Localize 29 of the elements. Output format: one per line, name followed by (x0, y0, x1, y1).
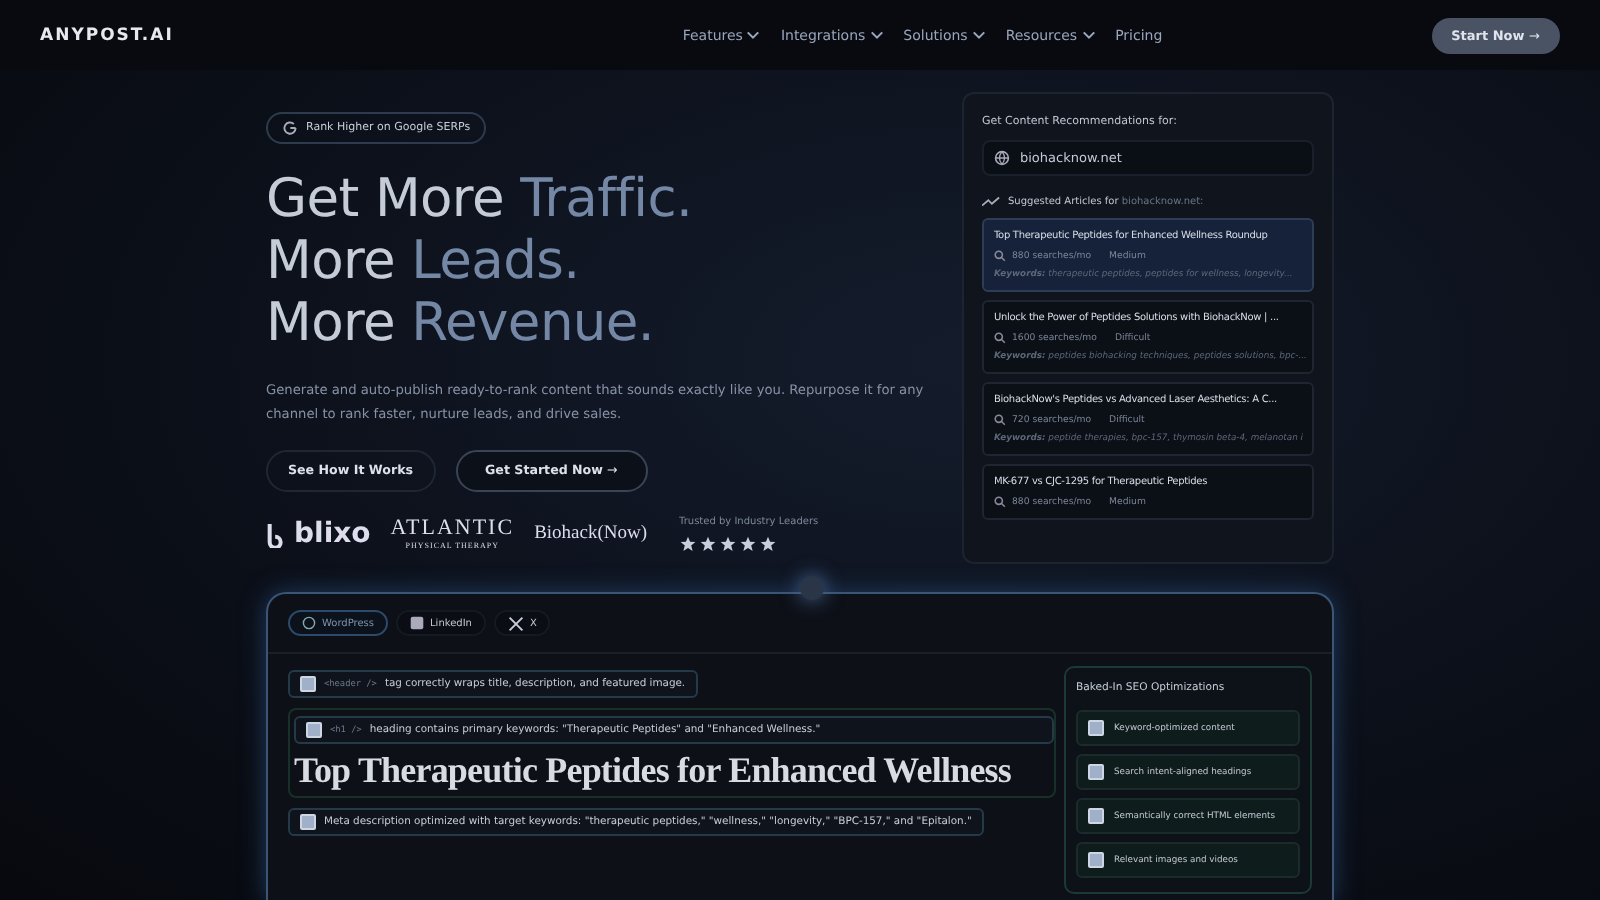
checkbox[interactable] (300, 814, 316, 830)
search-icon (994, 332, 1006, 344)
google-icon (282, 120, 298, 136)
checkbox[interactable] (306, 722, 322, 738)
checkbox[interactable] (1088, 720, 1104, 736)
chevron-down-icon (1081, 28, 1096, 42)
headline: More Leads. (266, 230, 582, 292)
connector-dot (800, 576, 824, 600)
trend-icon (982, 196, 1000, 208)
biohack-logo: Biohack(Now) (534, 524, 648, 544)
headline: Get More Traffic. (266, 168, 695, 230)
checkbox[interactable] (300, 676, 316, 692)
checkbox[interactable] (1088, 852, 1104, 868)
search-icon (994, 250, 1006, 262)
chevron-down-icon (746, 28, 761, 42)
linkedin-icon (410, 616, 425, 630)
article-heading: Top Therapeutic Peptides for Enhanced Wellness (294, 750, 1013, 792)
search-icon (994, 496, 1006, 508)
wordpress-icon (302, 616, 316, 630)
globe-icon (994, 150, 1010, 166)
x-icon (507, 615, 524, 631)
chevron-down-icon (971, 28, 986, 42)
search-icon (994, 414, 1006, 426)
headline: More Revenue. (266, 292, 657, 354)
logo[interactable]: ANYPOST.AI (40, 25, 174, 45)
checkbox[interactable] (1088, 764, 1104, 780)
checkbox[interactable] (1088, 808, 1104, 824)
chevron-down-icon (869, 28, 884, 42)
blixo-logo: blixo (266, 518, 371, 550)
